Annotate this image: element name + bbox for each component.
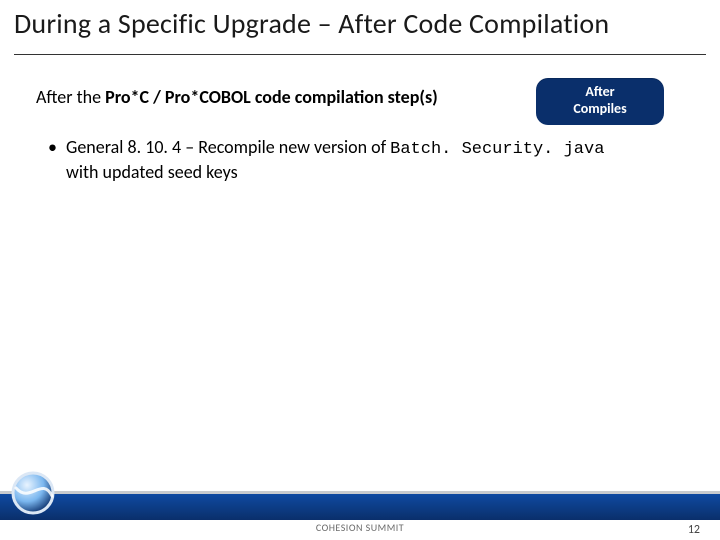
- slide: During a Specific Upgrade – After Code C…: [0, 0, 720, 540]
- subhead-pre: After the: [36, 86, 105, 108]
- stage-badge: After Compiles: [536, 78, 664, 125]
- page-number: 12: [688, 523, 700, 537]
- bullet-suffix: with updated seed keys: [66, 161, 238, 183]
- subhead-row: After the Pro*C / Pro*COBOL code compila…: [36, 78, 684, 109]
- title-rule: [14, 54, 706, 55]
- logo-icon: [10, 470, 56, 516]
- bullet-prefix: General 8. 10. 4 – Recompile new version…: [66, 136, 390, 158]
- subhead-bold: Pro*C / Pro*COBOL code compilation step(…: [105, 86, 438, 108]
- bullet-list: General 8. 10. 4 – Recompile new version…: [48, 136, 630, 192]
- footer-label: COHESION SUMMIT: [0, 521, 720, 534]
- bullet-code: Batch. Security. java: [390, 140, 604, 159]
- bullet-item: General 8. 10. 4 – Recompile new version…: [48, 136, 630, 184]
- footer-bar: [0, 494, 720, 520]
- slide-title: During a Specific Upgrade – After Code C…: [14, 6, 706, 41]
